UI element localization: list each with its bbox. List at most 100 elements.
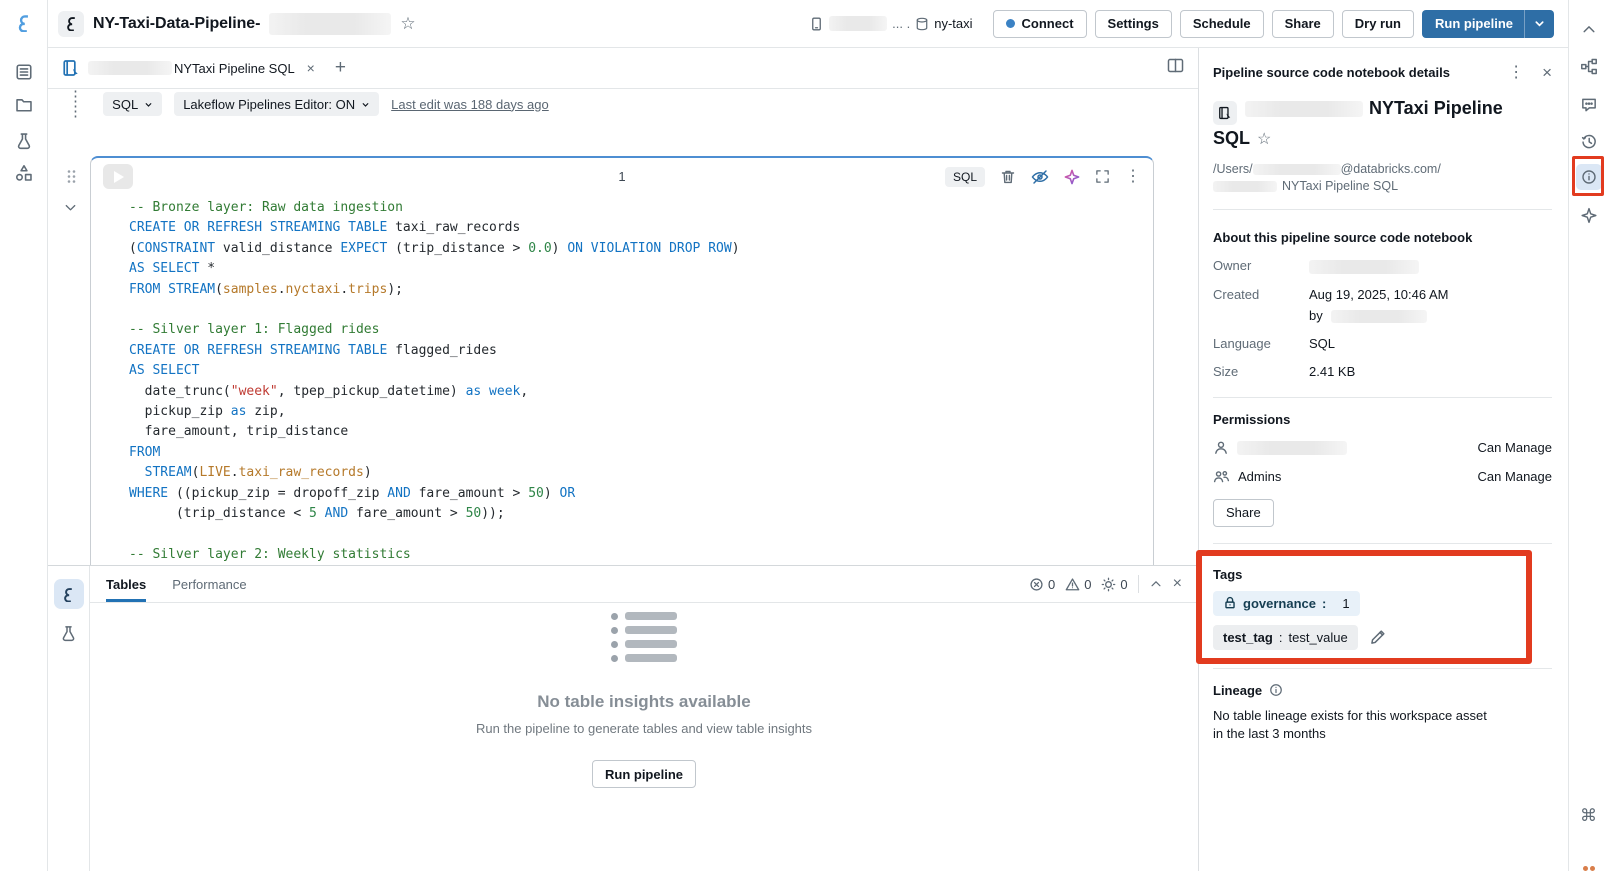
warning-triangle-icon	[1065, 577, 1080, 592]
details-panel-title: Pipeline source code notebook details	[1213, 65, 1450, 80]
folder-icon[interactable]	[15, 96, 33, 114]
permission-row: Can Manage	[1213, 440, 1552, 456]
tab-performance[interactable]: Performance	[172, 566, 246, 602]
compute-context[interactable]: ... . ny-taxi	[809, 16, 972, 32]
lineage-nodes-icon[interactable]	[1580, 58, 1597, 75]
redacted-path-segment	[1213, 181, 1277, 192]
edit-tags-pencil-icon[interactable]	[1370, 628, 1387, 645]
top-header: NY-Taxi-Data-Pipeline- ☆ ... . ny-taxi C…	[48, 0, 1568, 48]
page-title: NY-Taxi-Data-Pipeline-	[93, 15, 260, 33]
run-cell-button[interactable]	[103, 164, 133, 189]
dry-run-button[interactable]: Dry run	[1342, 10, 1414, 38]
created-value: Aug 19, 2025, 10:46 AM by	[1309, 287, 1552, 323]
run-pipeline-button[interactable]: Run pipeline	[1422, 10, 1554, 38]
new-tab-button[interactable]: +	[335, 57, 346, 79]
tag-key: governance	[1243, 596, 1316, 611]
run-options-chevron-icon[interactable]	[1525, 10, 1554, 38]
tag-test-tag[interactable]: test_tag:test_value	[1213, 625, 1358, 650]
details-panel: Pipeline source code notebook details ⋮ …	[1198, 48, 1568, 871]
suggestion-counter[interactable]: 0	[1101, 577, 1127, 592]
cell-language-badge[interactable]: SQL	[945, 167, 985, 187]
context-ellipsis: ... .	[892, 16, 910, 31]
redacted-user-name	[1237, 441, 1347, 455]
size-value: 2.41 KB	[1309, 364, 1552, 379]
owner-label: Owner	[1213, 258, 1309, 274]
redacted-compute-name	[829, 16, 887, 31]
toolbar-kebab-icon[interactable]: ⋮⋮	[68, 89, 83, 119]
assistant-sparkle-icon[interactable]	[1580, 207, 1597, 224]
group-icon	[1213, 469, 1230, 485]
permission-row: Admins Can Manage	[1213, 469, 1552, 485]
tab-tables[interactable]: Tables	[106, 566, 146, 602]
experiments-flask-icon[interactable]	[15, 132, 33, 150]
tab-close-icon[interactable]: ×	[307, 60, 315, 76]
pipeline-panel-icon[interactable]	[54, 579, 84, 609]
tab-label: NYTaxi Pipeline SQL	[174, 61, 295, 76]
permissions-heading: Permissions	[1213, 412, 1552, 427]
favorite-star-icon[interactable]: ☆	[1257, 131, 1271, 148]
lineage-heading-row: Lineage	[1213, 683, 1552, 698]
empty-state: No table insights available Run the pipe…	[90, 612, 1198, 788]
close-panel-icon[interactable]: ×	[1173, 575, 1182, 593]
code-lines[interactable]: -- Bronze layer: Raw data ingestionCREAT…	[91, 195, 1153, 565]
details-close-icon[interactable]: ×	[1542, 64, 1552, 81]
expand-panel-chevron-icon[interactable]	[1149, 577, 1163, 591]
lineage-heading: Lineage	[1213, 683, 1262, 698]
tag-governance[interactable]: governance: 1	[1213, 591, 1360, 616]
compute-icon	[809, 16, 824, 32]
error-counter[interactable]: 0	[1029, 577, 1055, 592]
connect-button[interactable]: Connect	[993, 10, 1087, 38]
collapse-chevron-up-icon[interactable]	[1580, 21, 1597, 38]
warning-counter[interactable]: 0	[1065, 577, 1091, 592]
details-kebab-icon[interactable]: ⋮	[1508, 65, 1524, 81]
shapes-dag-icon[interactable]	[15, 164, 33, 182]
tags-section: Tags governance: 1 test_tag:test_value	[1213, 558, 1552, 650]
lock-icon	[1223, 596, 1237, 610]
notebook-list-icon[interactable]	[15, 63, 33, 81]
cell-drag-handle[interactable]	[66, 169, 77, 184]
cell-collapse-chevron-icon[interactable]	[63, 200, 78, 215]
last-edit-link[interactable]: Last edit was 188 days ago	[391, 97, 549, 112]
share-button[interactable]: Share	[1272, 10, 1334, 38]
cell-number: 1	[618, 169, 625, 184]
redacted-owner	[1309, 260, 1419, 274]
experiments-flask-icon[interactable]	[60, 625, 77, 642]
about-rows: Owner Created Aug 19, 2025, 10:46 AM by …	[1213, 258, 1552, 379]
tag-value: 1	[1342, 596, 1349, 611]
notebook-title-block: NYTaxi Pipeline SQL☆	[1213, 95, 1552, 152]
share-permissions-button[interactable]: Share	[1213, 499, 1274, 527]
right-sidebar: ⌘	[1568, 0, 1608, 871]
version-history-icon[interactable]	[1580, 133, 1597, 150]
lakeflow-editor-toggle[interactable]: Lakeflow Pipelines Editor: ON	[174, 92, 379, 116]
details-info-icon[interactable]	[1576, 164, 1602, 190]
comments-icon[interactable]	[1580, 96, 1597, 113]
command-icon[interactable]: ⌘	[1580, 806, 1597, 826]
redacted-title-prefix	[1245, 101, 1363, 117]
info-icon[interactable]	[1269, 683, 1283, 697]
user-icon	[1213, 440, 1229, 456]
hide-result-eye-off-icon[interactable]	[1031, 169, 1049, 185]
empty-state-subtitle: Run the pipeline to generate tables and …	[476, 721, 812, 736]
empty-state-title: No table insights available	[537, 692, 751, 712]
database-icon	[915, 17, 929, 31]
database-name: ny-taxi	[934, 16, 972, 31]
split-view-icon[interactable]	[1167, 58, 1184, 78]
fullscreen-icon[interactable]	[1095, 169, 1110, 184]
toolbar-divider	[1138, 575, 1139, 593]
settings-button[interactable]: Settings	[1095, 10, 1172, 38]
schedule-button[interactable]: Schedule	[1180, 10, 1264, 38]
favorite-star-icon[interactable]: ☆	[400, 15, 415, 32]
run-pipeline-empty-button[interactable]: Run pipeline	[592, 760, 696, 788]
bottom-panel: Tables Performance 0 0 0	[48, 565, 1198, 871]
code-cell: 1 SQL ⋮ -- Bronze layer: Raw data ingest…	[90, 156, 1154, 565]
left-sidebar	[0, 0, 48, 871]
pipelines-icon[interactable]	[15, 14, 33, 32]
assistant-sparkle-icon[interactable]	[1064, 169, 1080, 185]
app-window: NY-Taxi-Data-Pipeline- ☆ ... . ny-taxi C…	[0, 0, 1608, 871]
language-selector[interactable]: SQL	[103, 92, 162, 116]
redacted-created-by	[1331, 310, 1427, 323]
created-label: Created	[1213, 287, 1309, 323]
cell-kebab-icon[interactable]: ⋮	[1125, 169, 1141, 185]
delete-cell-trash-icon[interactable]	[1000, 169, 1016, 185]
tab-nytaxi-pipeline-sql[interactable]: NYTaxi Pipeline SQL ×	[174, 60, 315, 76]
